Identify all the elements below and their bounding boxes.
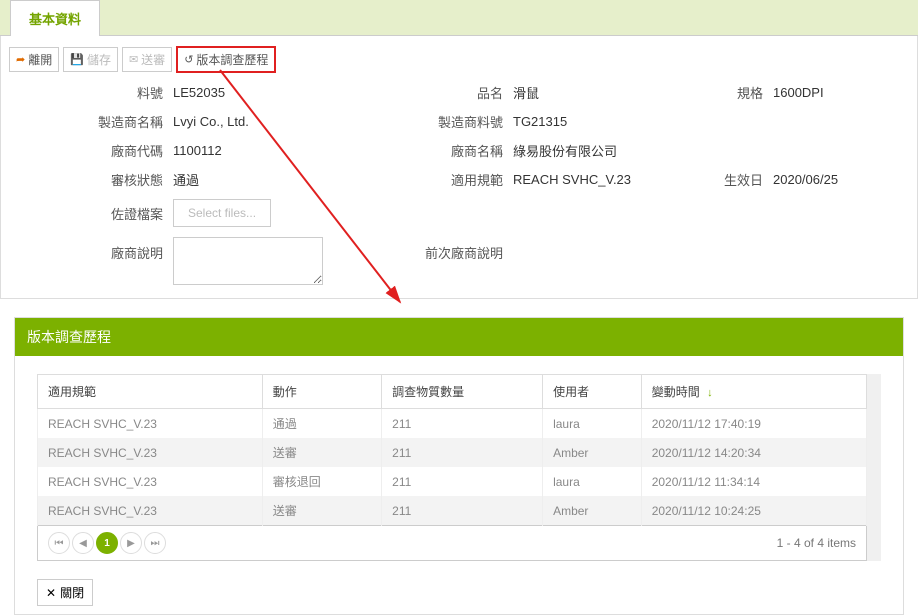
cell-regulation: REACH SVHC_V.23: [38, 438, 263, 467]
cell-user: Amber: [543, 496, 642, 526]
popup-title: 版本調查歷程: [27, 329, 111, 345]
audit-status-label: 審核狀態: [13, 170, 173, 189]
pager-summary: 1 - 4 of 4 items: [777, 536, 856, 550]
pager-page-1[interactable]: 1: [96, 532, 118, 554]
mfr-part-value: TG21315: [513, 114, 693, 129]
mfr-name-label: 製造商名稱: [13, 112, 173, 131]
exit-icon: ➦: [16, 53, 25, 66]
history-label: 版本調查歷程: [196, 51, 268, 68]
part-no-label: 料號: [13, 83, 173, 102]
pager-prev-button[interactable]: ◀: [72, 532, 94, 554]
save-button[interactable]: 💾 儲存: [63, 47, 118, 72]
save-label: 儲存: [87, 51, 111, 68]
cell-action: 送審: [262, 438, 381, 467]
vendor-name-label: 廠商名稱: [403, 141, 513, 160]
pager-first-button[interactable]: ⏮: [48, 532, 70, 554]
vendor-code-label: 廠商代碼: [13, 141, 173, 160]
send-label: 送審: [141, 51, 165, 68]
audit-status-value: 通過: [173, 170, 403, 189]
toolbar: ➦ 離開 💾 儲存 ✉ 送審 ↺ 版本調查歷程: [7, 42, 911, 83]
cell-regulation: REACH SVHC_V.23: [38, 496, 263, 526]
cell-time: 2020/11/12 14:20:34: [641, 438, 866, 467]
vendor-name-value: 綠易股份有限公司: [513, 141, 693, 160]
cell-user: laura: [543, 409, 642, 439]
vendor-code-value: 1100112: [173, 143, 403, 158]
effective-label: 生效日: [693, 170, 773, 189]
close-icon: ✕: [46, 586, 56, 600]
mfr-part-label: 製造商料號: [403, 112, 513, 131]
cell-time: 2020/11/12 10:24:25: [641, 496, 866, 526]
mfr-name-value: Lvyi Co., Ltd.: [173, 114, 403, 129]
regulation-label: 適用規範: [403, 170, 513, 189]
close-button[interactable]: ✕ 關閉: [37, 579, 93, 606]
send-icon: ✉: [129, 53, 138, 66]
tab-basic-info[interactable]: 基本資料: [10, 0, 100, 36]
col-user[interactable]: 使用者: [543, 375, 642, 409]
tab-label: 基本資料: [29, 12, 81, 27]
vendor-desc-label: 廠商說明: [13, 237, 173, 262]
regulation-value: REACH SVHC_V.23: [513, 172, 693, 187]
cell-action: 通過: [262, 409, 381, 439]
popup-header: 版本調查歷程: [15, 318, 903, 356]
cell-action: 送審: [262, 496, 381, 526]
pager-next-button[interactable]: ▶: [120, 532, 142, 554]
attachment-field: Select files...: [173, 199, 403, 227]
pager: ⏮ ◀ 1 ▶ ⏭ 1 - 4 of 4 items: [37, 526, 867, 561]
cell-regulation: REACH SVHC_V.23: [38, 467, 263, 496]
spec-value: 1600DPI: [773, 85, 883, 100]
attachment-label: 佐證檔案: [13, 204, 173, 223]
table-row[interactable]: REACH SVHC_V.23 送審 211 Amber 2020/11/12 …: [38, 438, 867, 467]
cell-time: 2020/11/12 17:40:19: [641, 409, 866, 439]
file-select-button[interactable]: Select files...: [173, 199, 271, 227]
pager-last-button[interactable]: ⏭: [144, 532, 166, 554]
form-grid: 料號 LE52035 品名 滑鼠 規格 1600DPI 製造商名稱 Lvyi C…: [7, 83, 911, 288]
vendor-desc-cell: [173, 237, 403, 288]
part-no-value: LE52035: [173, 85, 403, 100]
cell-action: 審核退回: [262, 467, 381, 496]
cell-count: 211: [382, 438, 543, 467]
basic-info-panel: ➦ 離開 💾 儲存 ✉ 送審 ↺ 版本調查歷程 料號 LE52035 品名 滑鼠…: [0, 36, 918, 299]
cell-user: laura: [543, 467, 642, 496]
tab-strip: 基本資料: [0, 0, 918, 36]
history-button-highlight: ↺ 版本調查歷程: [176, 46, 276, 73]
effective-value: 2020/06/25: [773, 172, 883, 187]
cell-time: 2020/11/12 11:34:14: [641, 467, 866, 496]
leave-button[interactable]: ➦ 離開: [9, 47, 59, 72]
cell-count: 211: [382, 467, 543, 496]
leave-label: 離開: [28, 51, 52, 68]
vendor-desc-input[interactable]: [173, 237, 323, 285]
table-row[interactable]: REACH SVHC_V.23 通過 211 laura 2020/11/12 …: [38, 409, 867, 439]
cell-user: Amber: [543, 438, 642, 467]
prev-vendor-desc-label: 前次廠商說明: [403, 237, 513, 262]
version-history-popup: 版本調查歷程 適用規範 動作 調查物質數量 使用者 變動時間 ↓: [14, 317, 904, 615]
product-name-label: 品名: [403, 83, 513, 102]
table-row[interactable]: REACH SVHC_V.23 送審 211 Amber 2020/11/12 …: [38, 496, 867, 526]
popup-body: 適用規範 動作 調查物質數量 使用者 變動時間 ↓ REACH SV: [15, 356, 903, 571]
col-regulation[interactable]: 適用規範: [38, 375, 263, 409]
sort-desc-icon: ↓: [707, 387, 713, 399]
col-count[interactable]: 調查物質數量: [382, 375, 543, 409]
table-scrollbar[interactable]: [867, 374, 881, 561]
version-history-button[interactable]: ↺ 版本調查歷程: [182, 49, 270, 70]
product-name-value: 滑鼠: [513, 83, 693, 102]
cell-count: 211: [382, 496, 543, 526]
close-label: 關閉: [60, 584, 84, 601]
send-review-button[interactable]: ✉ 送審: [122, 47, 172, 72]
cell-count: 211: [382, 409, 543, 439]
col-action[interactable]: 動作: [262, 375, 381, 409]
table-header-row: 適用規範 動作 調查物質數量 使用者 變動時間 ↓: [38, 375, 867, 409]
history-icon: ↺: [184, 53, 193, 66]
col-time[interactable]: 變動時間 ↓: [641, 375, 866, 409]
spec-label: 規格: [693, 83, 773, 102]
cell-regulation: REACH SVHC_V.23: [38, 409, 263, 439]
file-select-placeholder: Select files...: [188, 206, 256, 220]
save-icon: 💾: [70, 53, 84, 66]
history-table: 適用規範 動作 調查物質數量 使用者 變動時間 ↓ REACH SV: [37, 374, 867, 526]
table-row[interactable]: REACH SVHC_V.23 審核退回 211 laura 2020/11/1…: [38, 467, 867, 496]
